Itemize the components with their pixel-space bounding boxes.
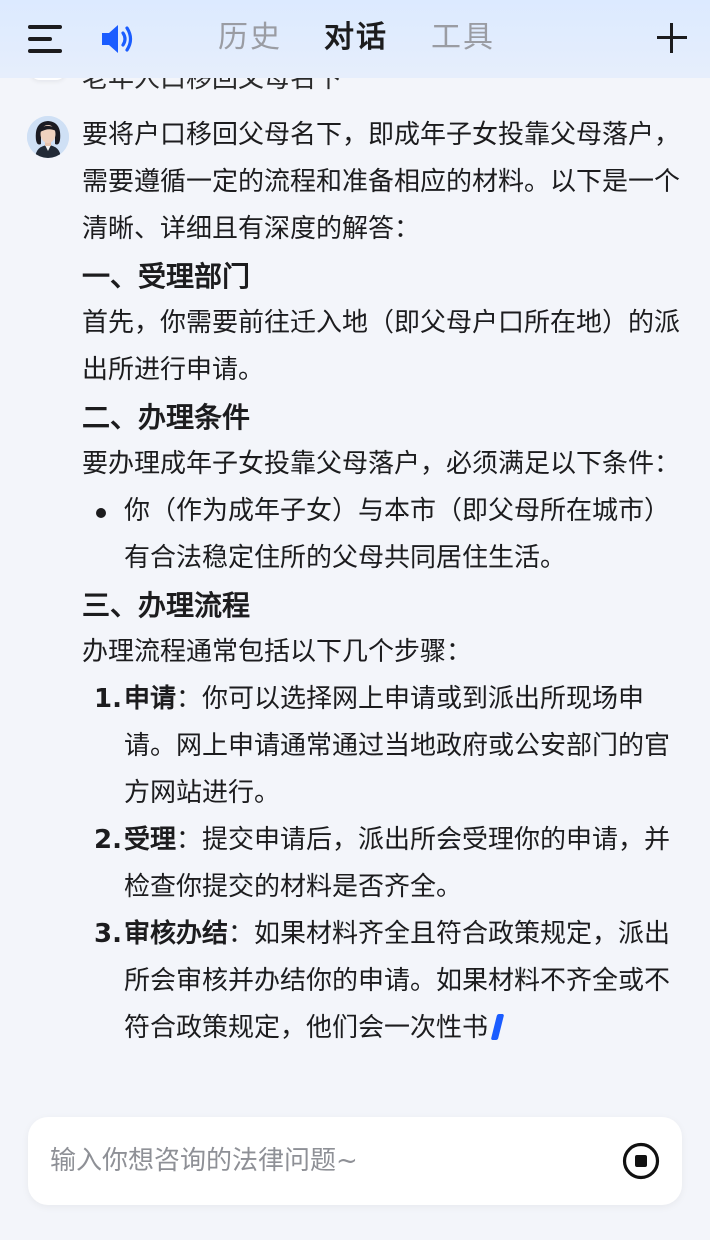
question-input[interactable]: 输入你想咨询的法律问题~ (28, 1117, 682, 1205)
step-title: 审核办结 (124, 919, 229, 949)
step-title: 受理 (124, 825, 177, 855)
step-number: 3. (94, 919, 122, 949)
section-paragraph-conditions: 要办理成年子女投靠父母落户，必须满足以下条件： (82, 449, 681, 479)
new-chat-plus-icon[interactable] (657, 23, 687, 53)
assistant-avatar (27, 116, 69, 158)
stop-icon (622, 1142, 660, 1180)
list-item: 你（作为成年子女）与本市（即父母所在城市）有合法稳定住所的父母共同居住生活。 (82, 488, 682, 582)
step-number: 1. (94, 684, 122, 714)
input-placeholder: 输入你想咨询的法律问题~ (50, 1146, 358, 1176)
process-steps: 1. 申请：你可以选择网上申请或到派出所现场申请。网上申请通常通过当地政府或公安部… (82, 676, 682, 1052)
step-text: ：你可以选择网上申请或到派出所现场申请。网上申请通常通过当地政府或公安部门的官方… (124, 684, 671, 808)
stop-generation-button[interactable] (622, 1142, 660, 1180)
section-paragraph-process: 办理流程通常包括以下几个步骤： (82, 637, 473, 667)
step-title: 申请 (124, 684, 177, 714)
tab-chat[interactable]: 对话 (324, 18, 388, 58)
step-item: 3. 审核办结：如果材料齐全且符合政策规定，派出所会审核并办结你的申请。如果材料不… (82, 911, 682, 1052)
step-text: ：提交申请后，派出所会受理你的申请，并检查你提交的材料是否齐全。 (124, 825, 671, 902)
section-heading-process: 三、办理流程 (82, 589, 251, 622)
tab-history[interactable]: 历史 (218, 18, 282, 58)
conditions-list: 你（作为成年子女）与本市（即父母所在城市）有合法稳定住所的父母共同居住生活。 (82, 488, 682, 582)
step-item: 2. 受理：提交申请后，派出所会受理你的申请，并检查你提交的材料是否齐全。 (82, 817, 682, 911)
menu-icon[interactable] (28, 24, 62, 54)
speaker-icon[interactable] (100, 22, 136, 56)
typing-cursor (490, 1014, 505, 1040)
tab-tools[interactable]: 工具 (431, 18, 495, 58)
top-nav-bar: 历史 对话 工具 (0, 0, 710, 78)
step-item: 1. 申请：你可以选择网上申请或到派出所现场申请。网上申请通常通过当地政府或公安部… (82, 676, 682, 817)
step-number: 2. (94, 825, 122, 855)
assistant-answer: 要将户口移回父母名下，即成年子女投靠父母落户，需要遵循一定的流程和准备相应的材料… (82, 112, 682, 1052)
section-heading-conditions: 二、办理条件 (82, 401, 251, 434)
answer-intro: 要将户口移回父母名下，即成年子女投靠父母落户，需要遵循一定的流程和准备相应的材料… (82, 120, 681, 244)
section-paragraph-department: 首先，你需要前往迁入地（即父母户口所在地）的派出所进行申请。 (82, 308, 681, 385)
section-heading-department: 一、受理部门 (82, 260, 251, 293)
